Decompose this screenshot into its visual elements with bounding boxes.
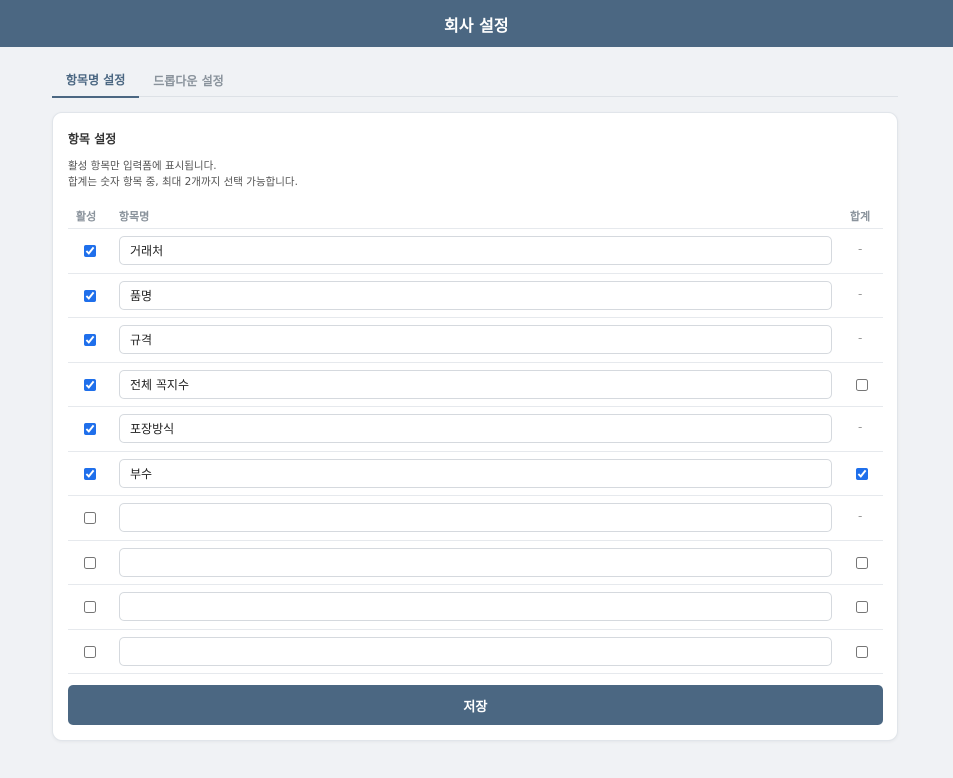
sum-checkbox[interactable] — [856, 645, 868, 658]
table-row: - — [68, 318, 883, 363]
sum-checkbox[interactable] — [856, 378, 868, 391]
table-row — [68, 452, 883, 496]
table-row — [68, 363, 883, 407]
active-checkbox[interactable] — [84, 556, 96, 569]
active-checkbox[interactable] — [84, 512, 96, 524]
section-title: 항목 설정 — [68, 132, 117, 146]
field-name-input[interactable] — [119, 503, 832, 532]
tab-bar: 항목명 설정 드롭다운 설정 — [52, 63, 898, 98]
sum-checkbox[interactable] — [856, 556, 868, 569]
settings-card: 항목 설정 활성 항목만 입력폼에 표시됩니다. 합계는 숫자 항목 중, 최대… — [52, 112, 898, 741]
section-description: 활성 항목만 입력폼에 표시됩니다. 합계는 숫자 항목 중, 최대 2개까지 … — [68, 158, 298, 190]
sum-checkbox[interactable] — [856, 601, 868, 613]
table-row: - — [68, 407, 883, 452]
active-checkbox[interactable] — [84, 289, 96, 302]
table-row — [68, 585, 883, 630]
header-sum: 합계 — [850, 210, 871, 223]
sum-not-applicable: - — [858, 331, 863, 345]
tab-dropdown-settings[interactable]: 드롭다운 설정 — [139, 63, 237, 97]
field-name-input[interactable] — [119, 592, 832, 621]
tab-field-names[interactable]: 항목명 설정 — [52, 63, 140, 98]
sum-not-applicable: - — [858, 420, 863, 434]
header-name: 항목명 — [119, 210, 150, 223]
description-line: 활성 항목만 입력폼에 표시됩니다. — [68, 160, 217, 172]
table-row: - — [68, 496, 883, 541]
save-button[interactable]: 저장 — [68, 685, 883, 725]
description-line: 합계는 숫자 항목 중, 최대 2개까지 선택 가능합니다. — [68, 176, 298, 188]
field-name-input[interactable] — [119, 414, 832, 443]
header-active: 활성 — [76, 210, 97, 223]
sum-not-applicable: - — [858, 509, 863, 523]
active-checkbox[interactable] — [84, 467, 96, 480]
active-checkbox[interactable] — [84, 645, 96, 658]
active-checkbox[interactable] — [84, 378, 96, 391]
field-name-input[interactable] — [119, 636, 832, 666]
field-name-input[interactable] — [119, 547, 832, 577]
sum-not-applicable: - — [858, 242, 863, 256]
table-header: 활성 항목명 합계 — [68, 205, 883, 229]
field-name-input[interactable] — [119, 369, 832, 399]
active-checkbox[interactable] — [84, 334, 96, 346]
active-checkbox[interactable] — [84, 245, 96, 257]
field-name-input[interactable] — [119, 236, 832, 265]
table-row — [68, 541, 883, 585]
app-header: 회사 설정 — [0, 0, 953, 47]
field-name-input[interactable] — [119, 280, 832, 310]
field-name-input[interactable] — [119, 458, 832, 488]
sum-checkbox[interactable] — [856, 467, 868, 480]
active-checkbox[interactable] — [84, 601, 96, 613]
field-table-body: - - - - - — [68, 229, 883, 674]
table-row — [68, 630, 883, 674]
page-title: 회사 설정 — [444, 15, 509, 35]
table-row: - — [68, 229, 883, 274]
active-checkbox[interactable] — [84, 423, 96, 435]
field-name-input[interactable] — [119, 325, 832, 354]
sum-not-applicable: - — [858, 286, 863, 301]
table-row: - — [68, 274, 883, 318]
